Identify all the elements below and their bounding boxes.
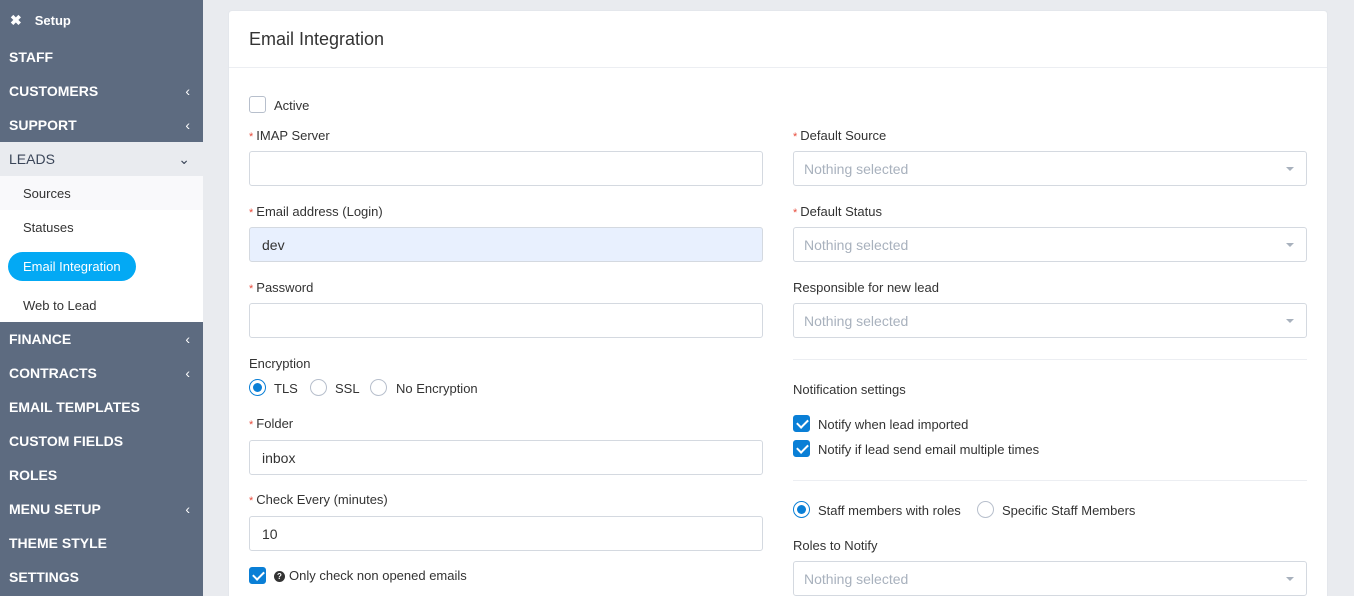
imap-server-label: * IMAP Server <box>249 128 330 143</box>
encryption-none-radio[interactable] <box>370 379 387 396</box>
sidebar-subitem-statuses[interactable]: Statuses <box>0 210 203 244</box>
sidebar-item-custom-fields[interactable]: CUSTOM FIELDS <box>0 424 203 458</box>
sidebar-item-customers[interactable]: CUSTOMERS ‹ <box>0 74 203 108</box>
caret-down-icon <box>1286 319 1294 323</box>
email-address-input[interactable]: dev <box>249 227 763 262</box>
setup-header[interactable]: ✖ Setup <box>0 0 203 40</box>
notify-imported-checkbox[interactable] <box>793 415 810 432</box>
setup-title: Setup <box>34 12 71 28</box>
divider <box>793 359 1307 360</box>
default-status-select[interactable]: Nothing selected <box>793 227 1307 262</box>
encryption-ssl-radio[interactable] <box>310 379 327 396</box>
staff-roles-radio[interactable] <box>793 501 810 518</box>
check-every-label: * Check Every (minutes) <box>249 492 388 507</box>
sidebar-item-staff[interactable]: STAFF <box>0 40 203 74</box>
folder-label: * Folder <box>249 416 294 431</box>
sidebar-item-leads[interactable]: LEADS ⌄ <box>0 142 203 176</box>
staff-roles-label: Staff members with roles <box>818 503 961 518</box>
encryption-tls-radio[interactable] <box>249 379 266 396</box>
sidebar-item-roles[interactable]: ROLES <box>0 458 203 492</box>
sidebar-subitem-sources[interactable]: Sources <box>0 176 203 210</box>
page-title: Email Integration <box>229 11 1327 68</box>
responsible-label: Responsible for new lead <box>793 280 939 295</box>
chevron-left-icon: ‹ <box>185 83 190 99</box>
chevron-left-icon: ‹ <box>185 501 190 517</box>
sidebar-item-settings[interactable]: SETTINGS <box>0 560 203 594</box>
responsible-select[interactable]: Nothing selected <box>793 303 1307 338</box>
question-circle-icon[interactable]: ? <box>274 571 285 582</box>
chevron-left-icon: ‹ <box>185 331 190 347</box>
caret-down-icon <box>1286 167 1294 171</box>
only-non-opened-label: ? Only check non opened emails <box>274 568 467 583</box>
encryption-ssl-label: SSL <box>335 381 360 396</box>
password-label: * Password <box>249 280 314 295</box>
encryption-label: Encryption <box>249 356 311 371</box>
sidebar-item-menu-setup[interactable]: MENU SETUP ‹ <box>0 492 203 526</box>
default-status-label: * Default Status <box>793 204 882 219</box>
divider <box>793 480 1307 481</box>
default-source-select[interactable]: Nothing selected <box>793 151 1307 186</box>
notify-multiple-label: Notify if lead send email multiple times <box>818 442 1040 457</box>
notify-multiple-checkbox[interactable] <box>793 440 810 457</box>
specific-staff-radio[interactable] <box>977 501 994 518</box>
email-address-label: * Email address (Login) <box>249 204 383 219</box>
notify-imported-label: Notify when lead imported <box>818 417 969 432</box>
encryption-none-label: No Encryption <box>396 381 478 396</box>
sidebar-item-support[interactable]: SUPPORT ‹ <box>0 108 203 142</box>
chevron-left-icon: ‹ <box>185 365 190 381</box>
specific-staff-label: Specific Staff Members <box>1002 503 1136 518</box>
caret-down-icon <box>1286 577 1294 581</box>
email-integration-panel: Email Integration Active * IMAP Server * E… <box>228 10 1328 596</box>
check-every-input[interactable]: 10 <box>249 516 763 551</box>
active-checkbox[interactable] <box>249 96 266 113</box>
sidebar-item-email-templates[interactable]: EMAIL TEMPLATES <box>0 390 203 424</box>
caret-down-icon <box>1286 243 1294 247</box>
sidebar-item-finance[interactable]: FINANCE ‹ <box>0 322 203 356</box>
folder-input[interactable]: inbox <box>249 440 763 475</box>
close-icon[interactable]: ✖ <box>10 12 22 29</box>
sidebar-item-contracts[interactable]: CONTRACTS ‹ <box>0 356 203 390</box>
sidebar: ✖ Setup STAFF CUSTOMERS ‹ SUPPORT ‹ LEADS ⌄… <box>0 0 203 596</box>
leads-submenu: Sources Statuses Email Integration Web t… <box>0 176 203 322</box>
only-non-opened-checkbox[interactable] <box>249 567 266 584</box>
default-source-label: * Default Source <box>793 128 887 143</box>
imap-server-input[interactable] <box>249 151 763 186</box>
sidebar-item-theme-style[interactable]: THEME STYLE <box>0 526 203 560</box>
roles-to-notify-label: Roles to Notify <box>793 538 878 553</box>
chevron-down-icon: ⌄ <box>178 150 190 167</box>
encryption-tls-label: TLS <box>274 381 298 396</box>
sidebar-subitem-web-to-lead[interactable]: Web to Lead <box>0 288 203 322</box>
active-label: Active <box>274 98 310 113</box>
roles-to-notify-select[interactable]: Nothing selected <box>793 561 1307 596</box>
sidebar-subitem-email-integration[interactable]: Email Integration <box>0 244 203 288</box>
chevron-left-icon: ‹ <box>185 117 190 133</box>
password-input[interactable] <box>249 303 763 338</box>
notification-settings-label: Notification settings <box>793 382 906 397</box>
